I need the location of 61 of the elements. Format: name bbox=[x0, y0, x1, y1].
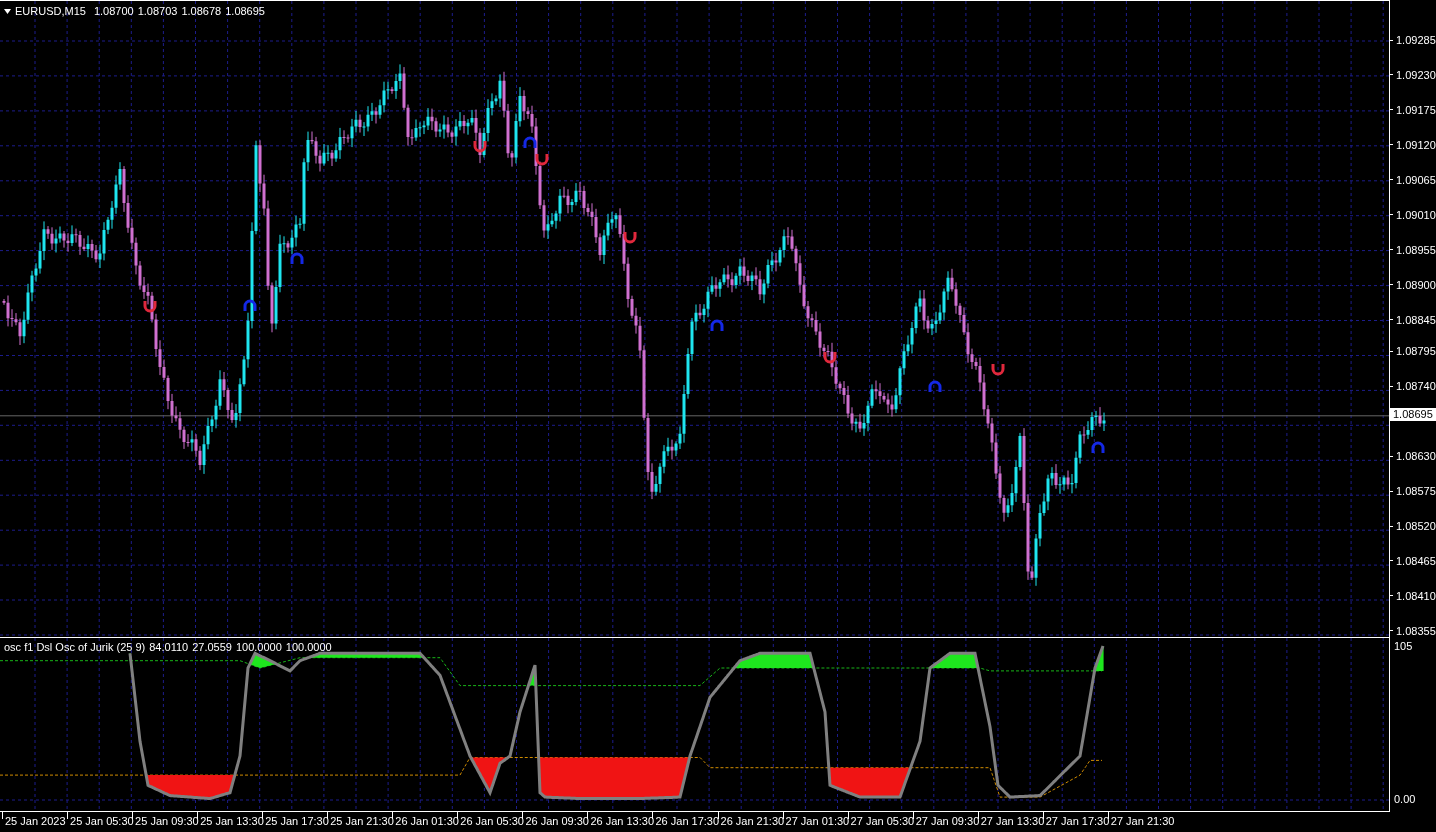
time-label: 27 Jan 17:30 bbox=[1045, 815, 1110, 827]
price-label: 1.08355 bbox=[1396, 624, 1436, 637]
time-label: 26 Jan 01:30 bbox=[395, 815, 459, 827]
price-label: 1.08630 bbox=[1396, 450, 1436, 463]
price-label: 1.08520 bbox=[1396, 520, 1436, 532]
price-label: 1.09120 bbox=[1396, 138, 1436, 151]
sell-signal-icon bbox=[143, 301, 157, 313]
time-label: 27 Jan 01:30 bbox=[785, 815, 850, 827]
buy-signal-icon bbox=[928, 380, 942, 392]
indicator-value: 100.0000 bbox=[285, 641, 332, 653]
buy-signal-icon bbox=[290, 252, 304, 264]
indicator-value: 84.0110 bbox=[149, 641, 189, 653]
price-label: 1.08575 bbox=[1396, 485, 1436, 497]
indicator-axis-label: 0.00 bbox=[1394, 793, 1416, 805]
price-label: 1.08740 bbox=[1396, 380, 1436, 393]
price-label: 1.09285 bbox=[1396, 34, 1436, 46]
current-price-label: 1.08695 bbox=[1390, 408, 1436, 422]
price-label: 1.08955 bbox=[1396, 243, 1436, 256]
time-label: 25 Jan 09:30 bbox=[135, 815, 199, 827]
sell-signal-icon bbox=[823, 352, 837, 364]
time-label: 25 Jan 17:30 bbox=[265, 815, 329, 827]
time-label: 25 Jan 13:30 bbox=[200, 815, 264, 827]
time-label: 25 Jan 05:30 bbox=[70, 815, 134, 827]
price-label: 1.09010 bbox=[1396, 208, 1436, 221]
price-label: 1.09175 bbox=[1396, 103, 1436, 116]
time-label: 27 Jan 13:30 bbox=[980, 815, 1045, 827]
sell-signal-icon bbox=[473, 141, 487, 153]
time-label: 26 Jan 05:30 bbox=[460, 815, 524, 827]
time-label: 25 Jan 2023 bbox=[5, 815, 66, 827]
time-label: 27 Jan 05:30 bbox=[850, 815, 915, 827]
ohlc-value: 1.08678 bbox=[181, 5, 222, 17]
buy-signal-icon bbox=[710, 319, 724, 331]
indicator-value: 27.0559 bbox=[192, 641, 232, 653]
ohlc-value: 1.08703 bbox=[137, 5, 178, 17]
indicator-axis-label: 105 bbox=[1394, 640, 1413, 652]
time-label: 27 Jan 09:30 bbox=[915, 815, 980, 827]
price-label: 1.09065 bbox=[1396, 173, 1436, 186]
time-label: 27 Jan 21:30 bbox=[1110, 815, 1175, 827]
buy-signal-icon bbox=[523, 136, 537, 148]
indicator-title: osc f1 Dsl Osc of Jurik (25 9) bbox=[4, 641, 146, 653]
buy-signal-icon bbox=[1091, 441, 1105, 453]
chart-symbol: EURUSD,M15 bbox=[15, 5, 86, 17]
time-label: 25 Jan 21:30 bbox=[330, 815, 394, 827]
time-label: 26 Jan 21:30 bbox=[720, 815, 785, 827]
sell-signal-icon bbox=[535, 154, 549, 166]
time-label: 26 Jan 13:30 bbox=[590, 815, 655, 827]
sell-signal-icon bbox=[623, 232, 637, 244]
indicator-value: 100.0000 bbox=[235, 641, 282, 653]
ohlc-value: 1.08695 bbox=[225, 5, 265, 17]
buy-signal-icon bbox=[243, 299, 257, 311]
price-label: 1.08465 bbox=[1396, 554, 1436, 567]
sell-signal-icon bbox=[991, 364, 1005, 376]
price-label: 1.08795 bbox=[1396, 345, 1436, 358]
time-label: 26 Jan 09:30 bbox=[525, 815, 589, 827]
price-label: 1.08410 bbox=[1396, 589, 1436, 602]
caret-icon[interactable] bbox=[4, 8, 11, 14]
ohlc-value: 1.08700 bbox=[93, 5, 134, 17]
time-label: 26 Jan 17:30 bbox=[655, 815, 720, 827]
price-label: 1.09230 bbox=[1396, 68, 1436, 81]
price-label: 1.08900 bbox=[1396, 278, 1436, 291]
price-label: 1.08845 bbox=[1396, 313, 1436, 326]
